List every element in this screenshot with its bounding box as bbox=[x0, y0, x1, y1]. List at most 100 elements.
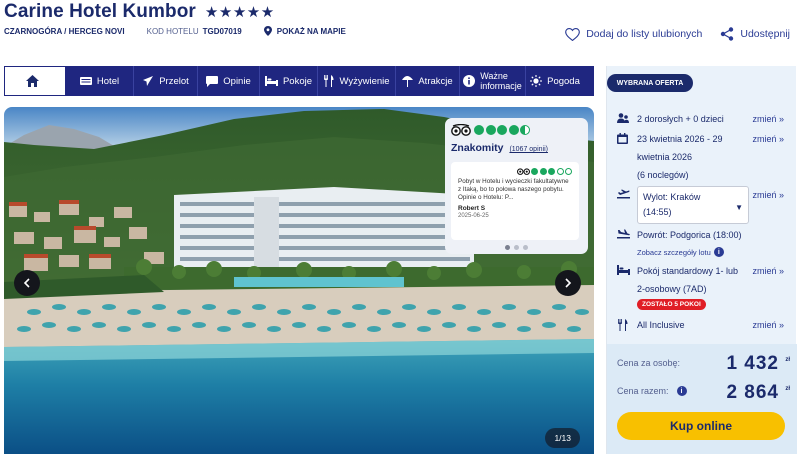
offer-panel: WYBRANA OFERTA 2 dorosłych + 0 dzieci zm… bbox=[606, 66, 797, 454]
tab-weather-label: Pogoda bbox=[547, 75, 580, 87]
tab-flight[interactable]: Przelot bbox=[134, 66, 198, 96]
rating-dot bbox=[474, 125, 484, 135]
people-icon bbox=[617, 113, 629, 123]
hotel-code-value: TGD07019 bbox=[202, 26, 242, 36]
share-button[interactable]: Udostępnij bbox=[720, 27, 790, 41]
review-card[interactable]: Pobyt w Hotelu i wycieczki fakultatywne … bbox=[451, 162, 579, 240]
dates-line3: (6 noclegów) bbox=[637, 170, 689, 180]
tab-board-label: Wyżywienie bbox=[339, 75, 390, 87]
caret-down-icon: ▼ bbox=[735, 203, 743, 212]
hotel-stars: ★★★★★ bbox=[204, 4, 275, 21]
gallery-next-button[interactable] bbox=[555, 270, 581, 296]
return-text: Powrót: Podgorica (18:00) bbox=[637, 230, 742, 240]
review-pager-dot[interactable] bbox=[505, 245, 510, 250]
change-board-link[interactable]: zmień » bbox=[752, 320, 784, 330]
chevron-left-icon bbox=[23, 278, 30, 288]
card-rating-dot bbox=[548, 167, 555, 175]
review-author: Robert S bbox=[458, 205, 486, 212]
rating-dot bbox=[508, 125, 519, 135]
chevron-right-icon bbox=[565, 278, 572, 288]
hotel-header: Carine Hotel Kumbor ★★★★★ CZARNOGÓRA / H… bbox=[0, 0, 800, 62]
departure-line1: Wylot: Kraków bbox=[643, 192, 701, 202]
calendar-icon bbox=[617, 133, 628, 144]
price-per-person-label-text: Cena za osobę: bbox=[617, 358, 681, 368]
card-rating-dot bbox=[531, 167, 538, 175]
hotel-code-label: KOD HOTELU bbox=[146, 26, 199, 36]
change-room-link[interactable]: zmień » bbox=[752, 266, 784, 276]
tab-attractions[interactable]: Atrakcje bbox=[396, 66, 460, 96]
room-text: Pokój standardowy 1- lub 2-osobowy (7AD) bbox=[637, 262, 749, 298]
price-per-person-value: 1 432 bbox=[726, 353, 779, 374]
tab-important-info-line1: Ważne bbox=[480, 71, 508, 81]
flight-details-label: Zobacz szczegóły lotu bbox=[637, 247, 711, 257]
review-rating-label: Znakomity bbox=[451, 142, 504, 154]
gallery-prev-button[interactable] bbox=[14, 270, 40, 296]
card-rating-dot bbox=[556, 167, 564, 175]
change-guests-link[interactable]: zmień » bbox=[752, 114, 784, 124]
rating-dot bbox=[520, 125, 530, 135]
review-text: Pobyt w Hotelu i wycieczki fakultatywne … bbox=[458, 178, 569, 201]
hotel-title: Carine Hotel Kumbor bbox=[4, 1, 196, 22]
dates-text: 23 kwietnia 2026 - 29 kwietnia 2026 (6 n… bbox=[637, 130, 749, 184]
share-icon bbox=[721, 27, 734, 41]
price-per-person-label: Cena za osobę: bbox=[617, 358, 680, 368]
tab-important-info[interactable]: Ważne informacje bbox=[460, 66, 526, 96]
flight-details-link[interactable]: Zobacz szczegóły lotu i bbox=[637, 247, 724, 257]
guests-text: 2 dorosłych + 0 dzieci bbox=[637, 114, 724, 124]
add-to-favorites-label: Dodaj do listy ulubionych bbox=[586, 28, 703, 40]
card-rating-dot bbox=[539, 167, 547, 175]
tab-reviews-label: Opinie bbox=[223, 75, 251, 87]
add-to-favorites-button[interactable]: Dodaj do listy ulubionych bbox=[565, 27, 703, 41]
info-icon[interactable]: i bbox=[713, 247, 724, 257]
review-rating-dots bbox=[474, 125, 532, 135]
dates-line2: kwietnia 2026 bbox=[637, 152, 693, 162]
change-departure-link[interactable]: zmień » bbox=[752, 190, 784, 200]
card-rating-dot bbox=[565, 167, 572, 175]
review-widget[interactable]: Znakomity (1067 opinii) Pobyt w Hotelu i… bbox=[445, 118, 588, 254]
tab-board[interactable]: Wyżywienie bbox=[318, 66, 396, 96]
review-pager bbox=[445, 245, 588, 250]
takeoff-icon bbox=[617, 189, 630, 199]
price-total-value: 2 864 bbox=[726, 382, 779, 403]
show-map-label: POKAŻ NA MAPIE bbox=[276, 26, 346, 36]
tab-attractions-label: Atrakcje bbox=[418, 75, 453, 87]
share-label: Udostępnij bbox=[740, 28, 790, 40]
price-total-currency: zł bbox=[785, 386, 790, 392]
rooms-left-badge: ZOSTAŁO 5 POKOI bbox=[637, 299, 706, 310]
tripadvisor-icon bbox=[451, 124, 471, 136]
review-card-rating-dots bbox=[530, 167, 572, 175]
show-map-link[interactable]: POKAŻ NA MAPIE bbox=[263, 26, 346, 36]
tab-weather[interactable]: Pogoda bbox=[526, 66, 584, 96]
hotel-tabs: Hotel Przelot Opinie Pokoje Wyżywienie A… bbox=[4, 66, 594, 96]
board-text: All Inclusive bbox=[637, 320, 685, 330]
dates-line1: 23 kwietnia 2026 - 29 bbox=[637, 134, 723, 144]
departure-line2: (14:55) bbox=[643, 207, 672, 217]
review-count-link[interactable]: (1067 opinii) bbox=[509, 146, 548, 153]
tab-flight-label: Przelot bbox=[159, 75, 189, 87]
tab-rooms-label: Pokoje bbox=[282, 75, 313, 87]
room-line2: 2-osobowy (7AD) bbox=[637, 284, 707, 294]
hotel-icon bbox=[79, 77, 92, 85]
tab-hotel-label: Hotel bbox=[96, 75, 120, 87]
price-info-icon[interactable]: i bbox=[676, 386, 687, 396]
review-pager-dot[interactable] bbox=[514, 245, 519, 250]
bed-icon bbox=[617, 265, 630, 275]
buy-online-button[interactable]: Kup online bbox=[617, 412, 785, 440]
cutlery-icon bbox=[618, 319, 628, 331]
tab-rooms[interactable]: Pokoje bbox=[260, 66, 318, 96]
departure-select[interactable]: Wylot: Kraków (14:55) ▼ bbox=[637, 186, 749, 224]
landing-icon bbox=[617, 229, 630, 239]
tab-hotel[interactable]: Hotel bbox=[66, 66, 134, 96]
review-date: 2025-06-25 bbox=[458, 213, 489, 219]
tab-reviews[interactable]: Opinie bbox=[198, 66, 260, 96]
price-total-label: Cena razem: i bbox=[617, 386, 687, 396]
map-pin-icon bbox=[263, 26, 272, 36]
offer-header: WYBRANA OFERTA bbox=[607, 74, 693, 92]
sun-icon bbox=[530, 75, 543, 87]
change-dates-link[interactable]: zmień » bbox=[752, 134, 784, 144]
rating-dot bbox=[497, 125, 507, 135]
info-icon bbox=[463, 75, 476, 87]
review-pager-dot[interactable] bbox=[523, 245, 528, 250]
chat-icon bbox=[206, 75, 219, 87]
tab-home[interactable] bbox=[4, 66, 66, 96]
